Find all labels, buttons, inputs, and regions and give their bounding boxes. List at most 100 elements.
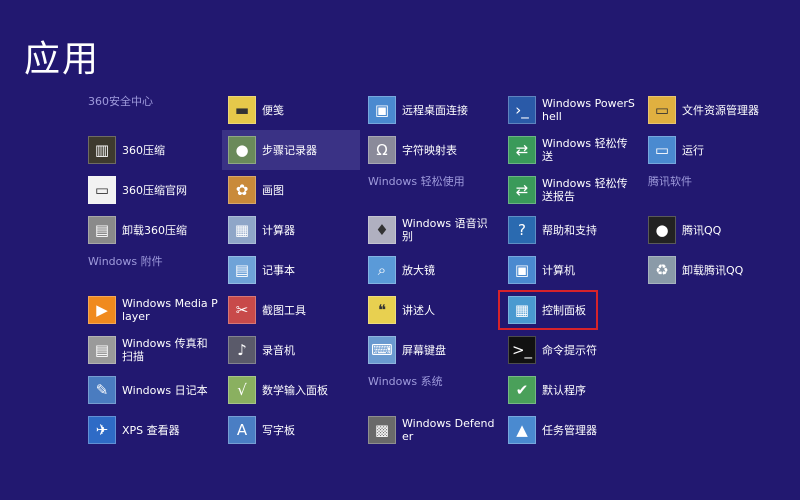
app-label: 控制面板 [542, 303, 586, 317]
app-tile[interactable]: ▤ Windows 传真和扫描 [88, 330, 218, 370]
app-tile[interactable]: ⇄ Windows 轻松传送 [508, 130, 638, 170]
defender-icon: ▩ [368, 416, 396, 444]
app-label: 帮助和支持 [542, 223, 597, 237]
books-icon: ▥ [88, 136, 116, 164]
app-label: 放大镜 [402, 263, 435, 277]
app-tile[interactable]: ›_ Windows PowerShell [508, 90, 638, 130]
app-tile[interactable]: ⌕ 放大镜 [368, 250, 498, 290]
app-tile[interactable]: ▶ Windows Media Player [88, 290, 218, 330]
default-programs-icon: ✔ [508, 376, 536, 404]
command-prompt-icon: >_ [508, 336, 536, 364]
app-tile[interactable]: ▤ 记事本 [228, 250, 358, 290]
easy-transfer-report-icon: ⇄ [508, 176, 536, 204]
group-header: 腾讯软件 [648, 175, 692, 188]
app-label: 任务管理器 [542, 423, 597, 437]
app-tile[interactable]: ● 腾讯QQ [648, 210, 778, 250]
app-label: 屏幕键盘 [402, 343, 446, 357]
app-label: Windows 日记本 [122, 383, 208, 397]
app-label: 数学输入面板 [262, 383, 328, 397]
app-tile[interactable]: ▭ 360压缩官网 [88, 170, 218, 210]
app-label: 卸载腾讯QQ [682, 263, 744, 277]
app-label: 字符映射表 [402, 143, 457, 157]
app-tile[interactable]: A 写字板 [228, 410, 358, 450]
app-tile[interactable]: ✔ 默认程序 [508, 370, 638, 410]
app-label: 卸载360压缩 [122, 223, 187, 237]
app-label: 计算机 [542, 263, 575, 277]
app-label: 运行 [682, 143, 704, 157]
recycle-bin-icon: ♻ [648, 256, 676, 284]
group-header: Windows 附件 [88, 255, 163, 268]
app-label: Windows Media Player [122, 297, 218, 323]
calculator-icon: ▦ [228, 216, 256, 244]
app-tile[interactable]: ▬ 便笺 [228, 90, 358, 130]
page-title: 应用 [24, 39, 101, 80]
sticky-notes-icon: ▬ [228, 96, 256, 124]
app-label: 360压缩 [122, 143, 165, 157]
trash-icon: ▤ [88, 216, 116, 244]
microphone-icon: ♦ [368, 216, 396, 244]
app-tile[interactable]: ♪ 录音机 [228, 330, 358, 370]
app-tile[interactable]: ✈ XPS 查看器 [88, 410, 218, 450]
app-label: Windows Defender [402, 417, 495, 443]
journal-icon: ✎ [88, 376, 116, 404]
app-tile[interactable]: ▣ 计算机 [508, 250, 638, 290]
group-header: Windows 轻松使用 [368, 175, 465, 188]
app-label: XPS 查看器 [122, 423, 180, 437]
paint-icon: ✿ [228, 176, 256, 204]
app-tile[interactable]: ▩ Windows Defender [368, 410, 498, 450]
fax-icon: ▤ [88, 336, 116, 364]
app-tile[interactable]: ▲ 任务管理器 [508, 410, 638, 450]
document-icon: ▭ [88, 176, 116, 204]
app-tile[interactable]: ▭ 文件资源管理器 [648, 90, 778, 130]
app-tile[interactable]: ● 步骤记录器 [222, 130, 360, 170]
file-explorer-icon: ▭ [648, 96, 676, 124]
app-tile[interactable]: ▣ 远程桌面连接 [368, 90, 498, 130]
xps-viewer-icon: ✈ [88, 416, 116, 444]
group-header: 360安全中心 [88, 95, 153, 108]
help-icon: ? [508, 216, 536, 244]
app-label: 计算器 [262, 223, 295, 237]
app-label: 画图 [262, 183, 284, 197]
narrator-icon: ❝ [368, 296, 396, 324]
app-tile[interactable]: >_ 命令提示符 [508, 330, 638, 370]
app-label: 讲述人 [402, 303, 435, 317]
notepad-icon: ▤ [228, 256, 256, 284]
app-label: 文件资源管理器 [682, 103, 759, 117]
app-label: 截图工具 [262, 303, 306, 317]
app-label: 便笺 [262, 103, 284, 117]
powershell-icon: ›_ [508, 96, 536, 124]
run-icon: ▭ [648, 136, 676, 164]
app-tile[interactable]: ❝ 讲述人 [368, 290, 498, 330]
magnifier-icon: ⌕ [368, 256, 396, 284]
wordpad-icon: A [228, 416, 256, 444]
app-label: 默认程序 [542, 383, 586, 397]
control-panel-icon: ▦ [508, 296, 536, 324]
app-label: 记事本 [262, 263, 295, 277]
app-tile[interactable]: ⇄ Windows 轻松传送报告 [508, 170, 638, 210]
app-tile[interactable]: ▦ 控制面板 [508, 290, 638, 330]
character-map-icon: Ω [368, 136, 396, 164]
keyboard-icon: ⌨ [368, 336, 396, 364]
app-tile[interactable]: ♦ Windows 语音识别 [368, 210, 498, 250]
app-label: Windows 轻松传送报告 [542, 177, 628, 203]
app-label: Windows 语音识别 [402, 217, 488, 243]
media-player-icon: ▶ [88, 296, 116, 324]
app-tile[interactable]: ✿ 画图 [228, 170, 358, 210]
steps-recorder-icon: ● [228, 136, 256, 164]
app-label: 步骤记录器 [262, 143, 317, 157]
sound-recorder-icon: ♪ [228, 336, 256, 364]
app-tile[interactable]: ♻ 卸载腾讯QQ [648, 250, 778, 290]
app-label: 录音机 [262, 343, 295, 357]
app-tile[interactable]: ? 帮助和支持 [508, 210, 638, 250]
app-tile[interactable]: √ 数学输入面板 [228, 370, 358, 410]
app-tile[interactable]: ▦ 计算器 [228, 210, 358, 250]
app-tile[interactable]: ▥ 360压缩 [88, 130, 218, 170]
app-label: Windows PowerShell [542, 97, 635, 123]
app-tile[interactable]: ✎ Windows 日记本 [88, 370, 218, 410]
app-label: 远程桌面连接 [402, 103, 468, 117]
qq-penguin-icon: ● [648, 216, 676, 244]
app-tile[interactable]: ✂ 截图工具 [228, 290, 358, 330]
remote-desktop-icon: ▣ [368, 96, 396, 124]
app-label: Windows 轻松传送 [542, 137, 628, 163]
app-label: 写字板 [262, 423, 295, 437]
